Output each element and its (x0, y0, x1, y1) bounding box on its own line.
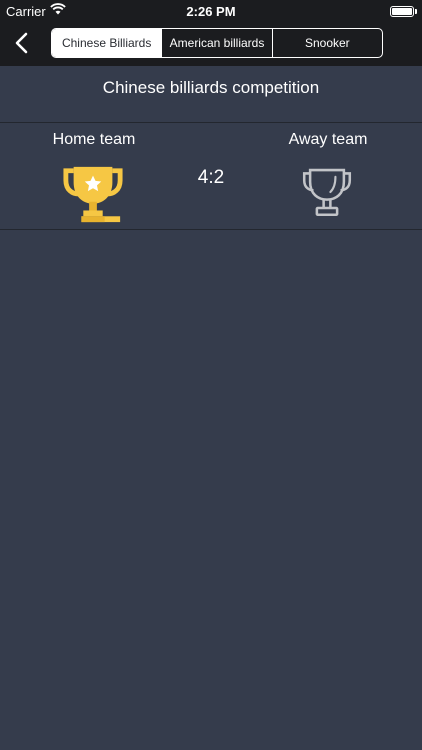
battery-icon (390, 6, 417, 17)
competition-header: Chinese billiards competition (0, 66, 422, 122)
trophy-outline-icon (302, 168, 352, 217)
divider (0, 229, 422, 230)
navigation-bar: Carrier 2:26 PM Chinese Billiards Americ… (0, 0, 422, 66)
match-score: 4:2 (197, 167, 225, 188)
chevron-left-icon (15, 32, 28, 54)
trophy-gold-icon (63, 166, 123, 223)
status-time: 2:26 PM (186, 4, 236, 19)
tab-snooker[interactable]: Snooker (271, 29, 382, 57)
back-button[interactable] (8, 28, 36, 58)
category-segmented-control: Chinese Billiards American billiards Sno… (51, 28, 383, 58)
tab-american-billiards[interactable]: American billiards (161, 29, 271, 57)
home-team-label: Home team (52, 131, 136, 148)
page-title: Chinese billiards competition (102, 78, 320, 97)
away-team-label: Away team (288, 131, 368, 148)
status-bar: Carrier 2:26 PM (0, 0, 422, 22)
tab-chinese-billiards[interactable]: Chinese Billiards (52, 29, 162, 57)
match-row[interactable]: Home team Away team 4:2 (0, 123, 422, 229)
